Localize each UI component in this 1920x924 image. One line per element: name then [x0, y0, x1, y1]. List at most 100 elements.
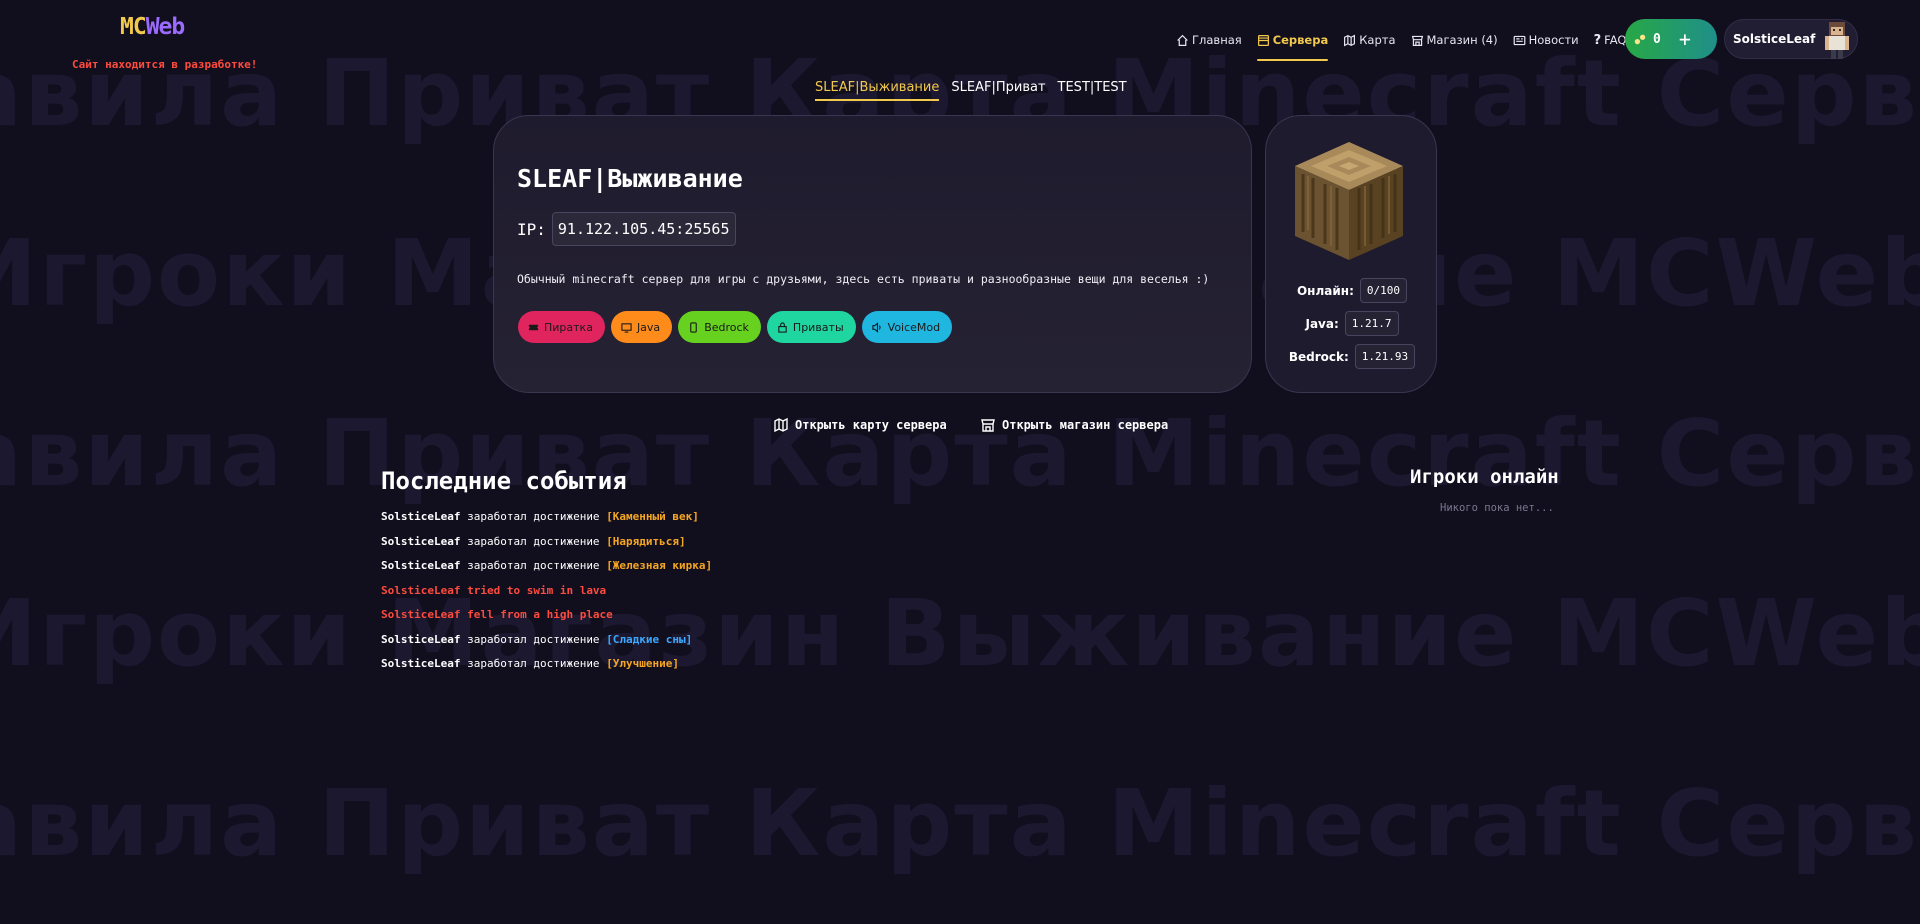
stat-online-value: 0/100: [1359, 278, 1407, 303]
event-item: SolsticeLeaf заработал достижение [Камен…: [381, 510, 712, 535]
avatar: [1825, 22, 1849, 59]
logo-mc-text: MC: [120, 14, 147, 40]
lock-icon: [778, 321, 787, 333]
ip-label: IP:: [517, 219, 546, 239]
event-text: fell from a high place: [460, 608, 613, 621]
event-item: SolsticeLeaf заработал достижение [Желез…: [381, 559, 712, 584]
nav-label: Новости: [1528, 33, 1579, 47]
server-stats-card: Онлайн: 0/100 Java: 1.21.7 Bedrock: 1.21…: [1265, 115, 1437, 393]
tag-bedrock: Bedrock: [678, 311, 761, 343]
nav-label: Магазин (4): [1426, 33, 1498, 47]
stat-bedrock-value: 1.21.93: [1354, 344, 1416, 369]
nav-item-servers[interactable]: Сервера: [1256, 20, 1328, 61]
events-title: Последние события: [381, 467, 627, 495]
event-player: SolsticeLeaf: [381, 657, 461, 670]
tag-label: VoiceMod: [887, 320, 941, 334]
event-text: заработал достижение: [460, 534, 607, 548]
players-empty-text: Никого пока нет...: [1440, 502, 1554, 514]
stat-java-row: Java: 1.21.7: [1266, 311, 1438, 336]
players-online-title: Игроки онлайн: [1410, 466, 1559, 488]
nav-item-store[interactable]: Магазин (4): [1411, 20, 1498, 60]
event-player: SolsticeLeaf: [381, 559, 461, 572]
site-logo[interactable]: MCWeb: [120, 14, 186, 40]
tag-java: Java: [610, 311, 673, 343]
question-icon: ?: [1593, 32, 1602, 48]
store-icon: [1411, 35, 1423, 46]
coins-icon: [1634, 34, 1646, 45]
logo-web-text: Web: [145, 14, 186, 40]
tag-voicemod: VoiceMod: [861, 311, 953, 343]
event-item: SolsticeLeaf заработал достижение [Улучш…: [381, 657, 712, 682]
tab-sleaf-private[interactable]: SLEAF|Приват: [951, 80, 1045, 101]
event-advancement: [Каменный век]: [606, 510, 699, 523]
event-text: заработал достижение: [460, 559, 607, 572]
event-player: SolsticeLeaf: [381, 632, 461, 646]
nav-label: Карта: [1359, 33, 1396, 47]
balance-value: 0: [1653, 31, 1661, 47]
server-ip-row: IP: 91.122.105.45:25565: [517, 212, 736, 246]
event-item-death: SolsticeLeaf fell from a high place: [381, 608, 712, 633]
stat-online-label: Онлайн:: [1296, 283, 1354, 298]
nav-item-news[interactable]: Новости: [1513, 20, 1579, 60]
balance-button[interactable]: 0 +: [1625, 19, 1717, 59]
nav-item-faq[interactable]: ? FAQ: [1594, 20, 1627, 60]
event-text: заработал достижение: [460, 657, 607, 670]
event-advancement: [Сладкие сны]: [606, 632, 693, 646]
open-store-label: Открыть магазин сервера: [1002, 418, 1169, 432]
tag-pirate: Пиратка: [518, 311, 605, 343]
news-icon: [1513, 35, 1526, 45]
tag-label: Java: [636, 320, 661, 334]
tag-label: Приваты: [792, 320, 844, 334]
server-icon: [1257, 34, 1269, 46]
open-map-label: Открыть карту сервера: [795, 418, 947, 432]
monitor-icon: [621, 322, 632, 333]
user-menu[interactable]: SolsticeLeaf: [1724, 19, 1858, 59]
open-server-map-link[interactable]: Открыть карту сервера: [773, 417, 947, 433]
server-tabs: SLEAF|Выживание SLEAF|Приват TEST|TEST: [815, 80, 1127, 101]
stat-online-row: Онлайн: 0/100: [1266, 278, 1438, 303]
map-icon: [1344, 34, 1356, 46]
home-icon: [1177, 34, 1188, 46]
open-server-store-link[interactable]: Открыть магазин сервера: [980, 417, 1168, 433]
events-list: SolsticeLeaf заработал достижение [Камен…: [381, 510, 712, 682]
nav-item-map[interactable]: Карта: [1343, 20, 1396, 60]
stat-java-value: 1.21.7: [1344, 311, 1399, 336]
tag-label: Пиратка: [544, 320, 593, 334]
store-icon: [981, 419, 995, 432]
tab-test[interactable]: TEST|TEST: [1058, 80, 1127, 101]
event-text: tried to swim in lava: [460, 583, 607, 597]
server-info-card: SLEAF|Выживание IP: 91.122.105.45:25565 …: [493, 115, 1252, 393]
event-item: SolsticeLeaf заработал достижение [Наряд…: [381, 535, 712, 560]
server-ip-copy[interactable]: 91.122.105.45:25565: [551, 212, 736, 246]
event-player: SolsticeLeaf: [381, 534, 461, 548]
event-player: SolsticeLeaf: [381, 583, 461, 597]
event-item: SolsticeLeaf заработал достижение [Сладк…: [381, 633, 712, 658]
tag-label: Bedrock: [704, 320, 749, 334]
page: MCWeb Сайт находится в разработке! Главн…: [0, 0, 1920, 924]
stat-java-label: Java:: [1305, 316, 1339, 331]
event-text: заработал достижение: [460, 510, 607, 523]
tab-sleaf-survival[interactable]: SLEAF|Выживание: [815, 80, 940, 101]
nav-item-home[interactable]: Главная: [1176, 20, 1242, 60]
event-player: SolsticeLeaf: [381, 510, 461, 523]
username: SolsticeLeaf: [1733, 32, 1816, 46]
nav-label: Главная: [1192, 33, 1242, 47]
main-nav: Главная Сервера Карта Магазин (4) Новост…: [1176, 20, 1641, 61]
map-icon: [774, 417, 788, 433]
speaker-icon: [872, 321, 881, 333]
event-item-death: SolsticeLeaf tried to swim in lava: [381, 584, 712, 609]
event-text: заработал достижение: [460, 632, 607, 646]
event-advancement: [Железная кирка]: [606, 559, 713, 572]
phone-icon: [690, 321, 697, 333]
dev-notice: Сайт находится в разработке!: [72, 58, 258, 71]
server-tags: Пиратка Java Bedrock Приваты VoiceMod: [518, 311, 953, 343]
event-advancement: [Нарядиться]: [606, 534, 686, 548]
server-title: SLEAF|Выживание: [517, 164, 743, 193]
event-advancement: [Улучшение]: [606, 657, 680, 670]
add-funds-icon[interactable]: +: [1679, 27, 1691, 51]
server-icon-image: [1295, 142, 1403, 260]
stat-bedrock-label: Bedrock:: [1288, 349, 1349, 364]
nav-label: FAQ: [1604, 33, 1627, 47]
tag-private: Приваты: [766, 311, 856, 343]
event-player: SolsticeLeaf: [381, 608, 461, 621]
